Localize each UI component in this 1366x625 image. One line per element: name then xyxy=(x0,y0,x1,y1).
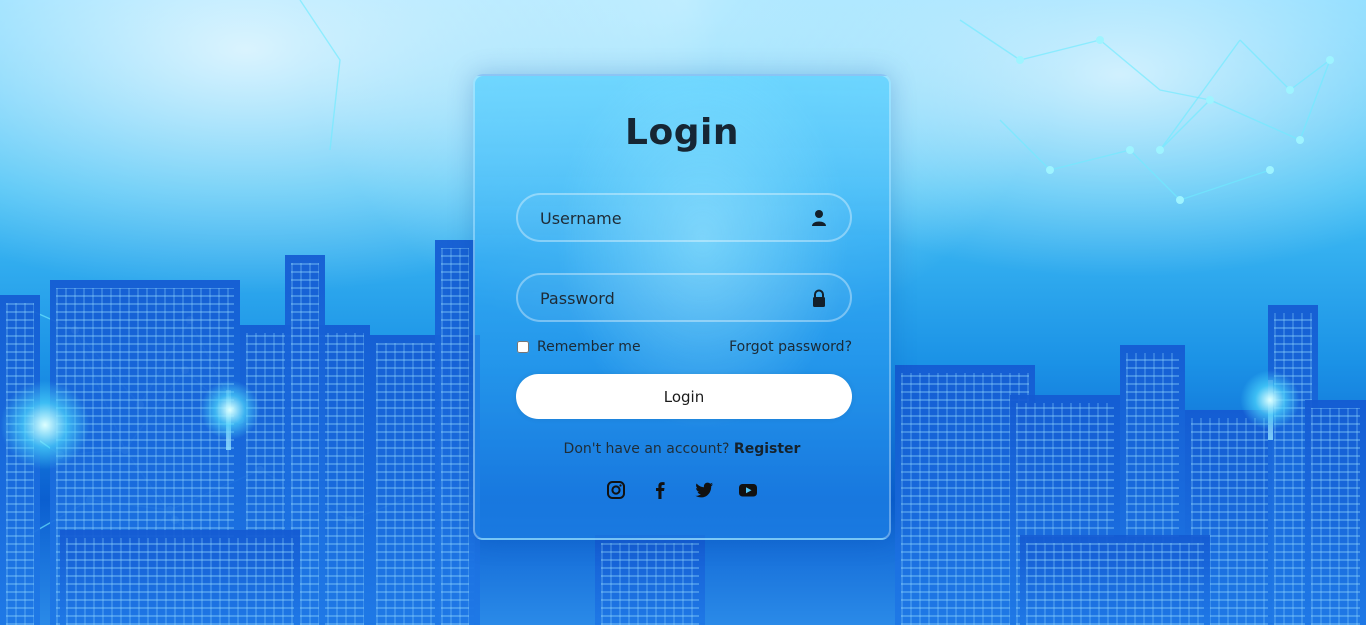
lock-icon xyxy=(813,289,825,307)
register-prompt-text: Don't have an account? xyxy=(563,441,730,457)
login-button[interactable]: Login xyxy=(516,374,852,419)
instagram-link[interactable] xyxy=(606,480,626,500)
register-prompt: Don't have an account? Register xyxy=(475,441,889,457)
register-link[interactable]: Register xyxy=(734,441,801,457)
youtube-link[interactable] xyxy=(738,480,758,500)
username-field xyxy=(516,193,852,242)
glow xyxy=(0,380,90,470)
login-title: Login xyxy=(625,112,739,153)
facebook-link[interactable] xyxy=(650,480,670,500)
social-links xyxy=(475,480,889,500)
twitter-icon xyxy=(695,482,713,498)
login-card: Login Remember me Forgot password? Login… xyxy=(473,74,891,540)
password-field xyxy=(516,273,852,322)
remember-me-label: Remember me xyxy=(537,339,641,355)
password-input[interactable] xyxy=(538,275,812,322)
form-options-row: Remember me Forgot password? xyxy=(516,338,852,358)
building xyxy=(595,535,705,625)
glow xyxy=(1240,370,1300,430)
remember-me[interactable]: Remember me xyxy=(516,339,641,355)
remember-me-checkbox[interactable] xyxy=(517,341,529,353)
building xyxy=(60,530,300,625)
building xyxy=(435,240,475,625)
building xyxy=(1305,400,1366,625)
user-icon xyxy=(812,210,826,226)
username-input[interactable] xyxy=(538,195,812,242)
twitter-link[interactable] xyxy=(694,480,714,500)
facebook-icon xyxy=(656,482,665,499)
instagram-icon xyxy=(607,481,625,499)
forgot-password-link[interactable]: Forgot password? xyxy=(729,339,852,355)
glow xyxy=(200,380,260,440)
building xyxy=(1020,535,1210,625)
youtube-icon xyxy=(739,484,757,497)
